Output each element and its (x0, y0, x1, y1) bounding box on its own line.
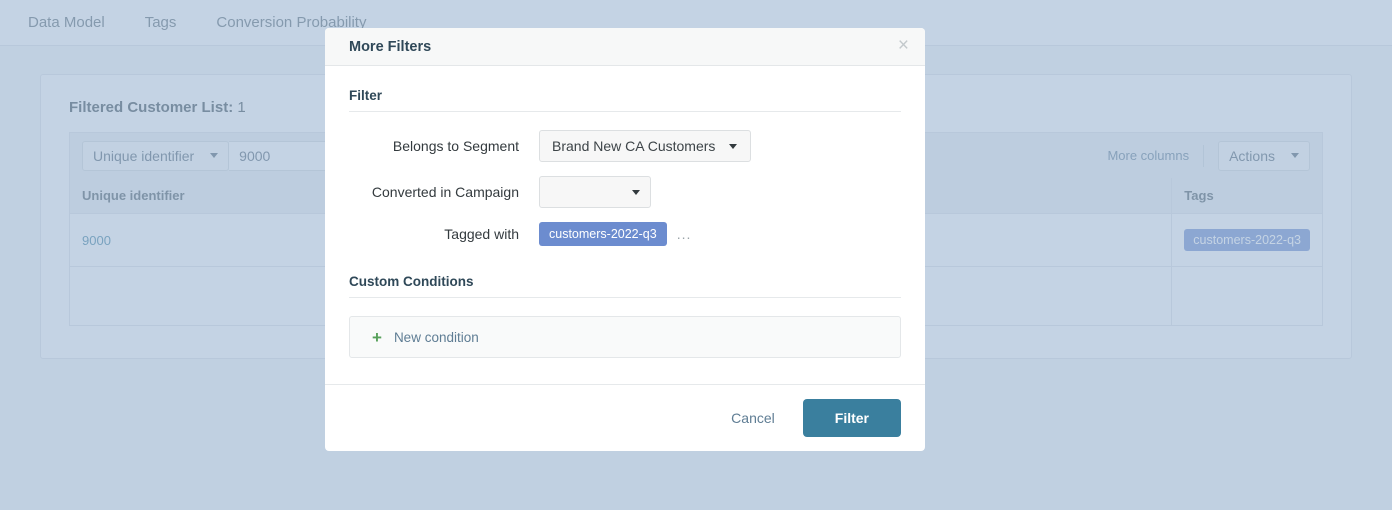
segment-select[interactable]: Brand New CA Customers (539, 130, 751, 162)
cancel-button[interactable]: Cancel (725, 409, 781, 427)
form-row-tagged-with: Tagged with customers-2022-q3 ... (349, 222, 901, 246)
more-filters-modal: More Filters × Filter Belongs to Segment… (325, 28, 925, 451)
new-condition-label: New condition (393, 329, 479, 345)
filter-section-heading: Filter (349, 88, 383, 103)
label-tagged-with: Tagged with (444, 226, 519, 242)
custom-conditions-heading: Custom Conditions (349, 274, 474, 289)
plus-icon: + (372, 327, 382, 347)
campaign-select[interactable] (539, 176, 651, 208)
close-icon[interactable]: × (898, 36, 909, 58)
segment-select-value: Brand New CA Customers (552, 138, 716, 154)
tagged-with-values: customers-2022-q3 ... (539, 222, 691, 246)
section-divider (349, 297, 901, 298)
modal-footer: Cancel Filter (325, 384, 925, 451)
modal-header: More Filters × (325, 28, 925, 66)
tag-pill[interactable]: customers-2022-q3 (539, 222, 667, 246)
section-divider (349, 111, 901, 112)
modal-title: More Filters (349, 38, 432, 55)
label-converted-in-campaign: Converted in Campaign (371, 184, 519, 200)
tag-overflow-ellipsis[interactable]: ... (677, 226, 692, 242)
new-condition-box[interactable]: + New condition (349, 316, 901, 358)
modal-body: Filter Belongs to Segment Brand New CA C… (325, 66, 925, 384)
filter-submit-button[interactable]: Filter (802, 399, 901, 437)
form-row-converted-in-campaign: Converted in Campaign (349, 176, 901, 208)
chevron-down-icon (632, 189, 640, 195)
form-row-belongs-to-segment: Belongs to Segment Brand New CA Customer… (349, 130, 901, 162)
label-belongs-to-segment: Belongs to Segment (392, 138, 519, 154)
chevron-down-icon (729, 143, 738, 149)
